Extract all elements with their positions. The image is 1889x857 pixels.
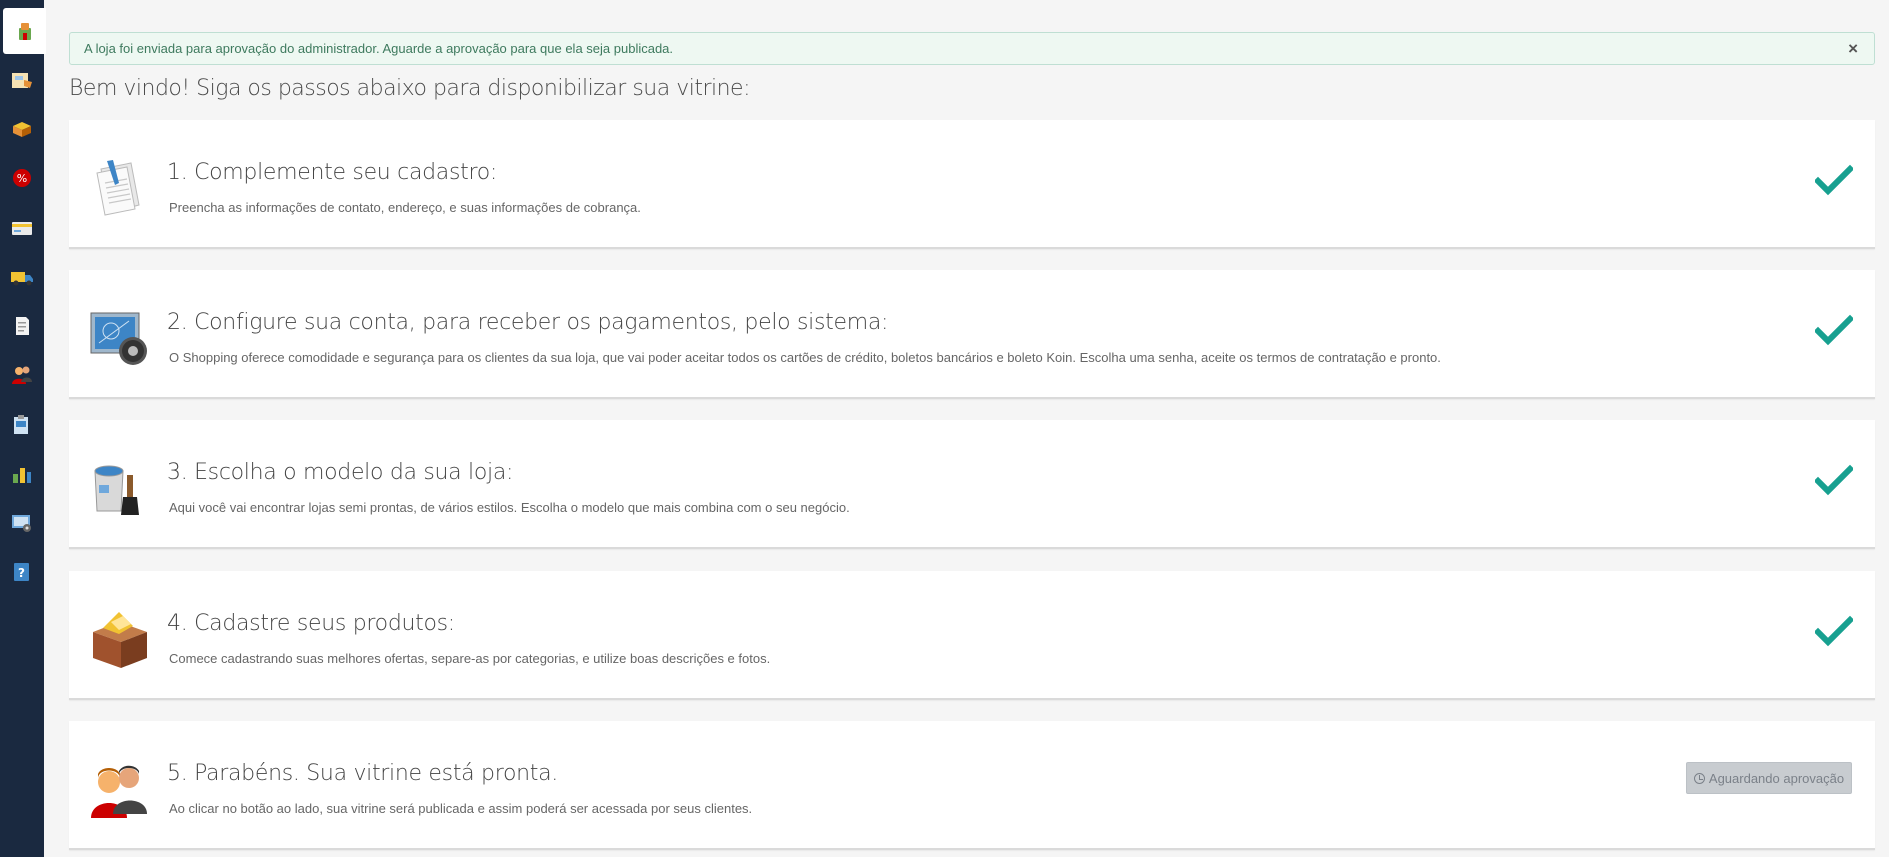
sidebar-item-payments[interactable] bbox=[0, 206, 44, 250]
package-icon bbox=[93, 612, 147, 668]
sidebar-item-documents[interactable] bbox=[0, 304, 44, 348]
sidebar-item-help[interactable]: ? bbox=[0, 550, 44, 594]
sidebar-item-settings[interactable] bbox=[0, 501, 44, 545]
document-icon bbox=[16, 317, 29, 335]
step-card-4: 4. Cadastre seus produtos: Comece cadast… bbox=[69, 571, 1875, 700]
settings-screen-icon bbox=[90, 312, 147, 365]
step-card-3: 3. Escolha o modelo da sua loja: Aqui vo… bbox=[69, 420, 1875, 549]
step-title: 4. Cadastre seus produtos: bbox=[167, 611, 455, 636]
step-description: Aqui você vai encontrar lojas semi pront… bbox=[169, 500, 850, 515]
settings-icon bbox=[12, 515, 31, 532]
approval-alert: A loja foi enviada para aprovação do adm… bbox=[69, 32, 1875, 65]
sidebar-item-shipping[interactable] bbox=[0, 255, 44, 299]
checkmark-icon bbox=[1815, 314, 1853, 346]
sidebar-item-store[interactable] bbox=[3, 8, 46, 54]
step-description: Preencha as informações de contato, ende… bbox=[169, 200, 641, 215]
alert-message: A loja foi enviada para aprovação do adm… bbox=[84, 41, 674, 56]
alert-close-button[interactable]: × bbox=[1848, 39, 1858, 59]
card-icon bbox=[12, 222, 32, 235]
reports-icon bbox=[14, 415, 28, 434]
clock-icon bbox=[1693, 772, 1705, 784]
step-description: Comece cadastrando suas melhores ofertas… bbox=[169, 651, 771, 666]
step-title: 2. Configure sua conta, para receber os … bbox=[167, 310, 889, 335]
checkmark-icon bbox=[1815, 164, 1853, 196]
people-icon bbox=[91, 765, 147, 818]
step-title: 3. Escolha o modelo da sua loja: bbox=[167, 460, 514, 485]
svg-text:?: ? bbox=[18, 566, 25, 580]
store-icon bbox=[18, 23, 31, 40]
awaiting-approval-label: Aguardando aprovação bbox=[1708, 770, 1845, 786]
checkmark-icon bbox=[1815, 464, 1853, 496]
checkmark-icon bbox=[1815, 615, 1853, 647]
step-description: Ao clicar no botão ao lado, sua vitrine … bbox=[169, 801, 753, 816]
step-card-2: 2. Configure sua conta, para receber os … bbox=[69, 270, 1875, 399]
sidebar-item-products[interactable] bbox=[0, 107, 44, 151]
awaiting-approval-button[interactable]: Aguardando aprovação bbox=[1686, 762, 1852, 794]
catalog-icon bbox=[12, 73, 32, 88]
truck-icon bbox=[11, 272, 33, 286]
step-title: 1. Complemente seu cadastro: bbox=[167, 160, 497, 185]
chart-icon bbox=[13, 468, 31, 483]
sidebar-item-statistics[interactable] bbox=[0, 452, 44, 496]
users-icon bbox=[12, 366, 32, 384]
sidebar-item-catalog[interactable] bbox=[0, 58, 44, 102]
step-title: 5. Parabéns. Sua vitrine está pronta. bbox=[167, 761, 558, 786]
step-description: O Shopping oferece comodidade e seguranç… bbox=[169, 350, 1441, 365]
sidebar-item-users[interactable] bbox=[0, 353, 44, 397]
paint-bucket-icon bbox=[94, 465, 139, 515]
box-icon bbox=[13, 122, 31, 137]
sidebar: % ? bbox=[0, 0, 46, 857]
svg-text:%: % bbox=[17, 172, 27, 185]
discount-icon: % bbox=[13, 169, 31, 187]
step-card-5: 5. Parabéns. Sua vitrine está pronta. Ao… bbox=[69, 721, 1875, 850]
document-pen-icon bbox=[96, 160, 140, 216]
sidebar-item-promotions[interactable]: % bbox=[0, 156, 44, 200]
sidebar-item-reports[interactable] bbox=[0, 403, 44, 447]
help-icon: ? bbox=[14, 563, 29, 581]
page-title: Bem vindo! Siga os passos abaixo para di… bbox=[69, 76, 751, 101]
step-card-1: 1. Complemente seu cadastro: Preencha as… bbox=[69, 120, 1875, 249]
